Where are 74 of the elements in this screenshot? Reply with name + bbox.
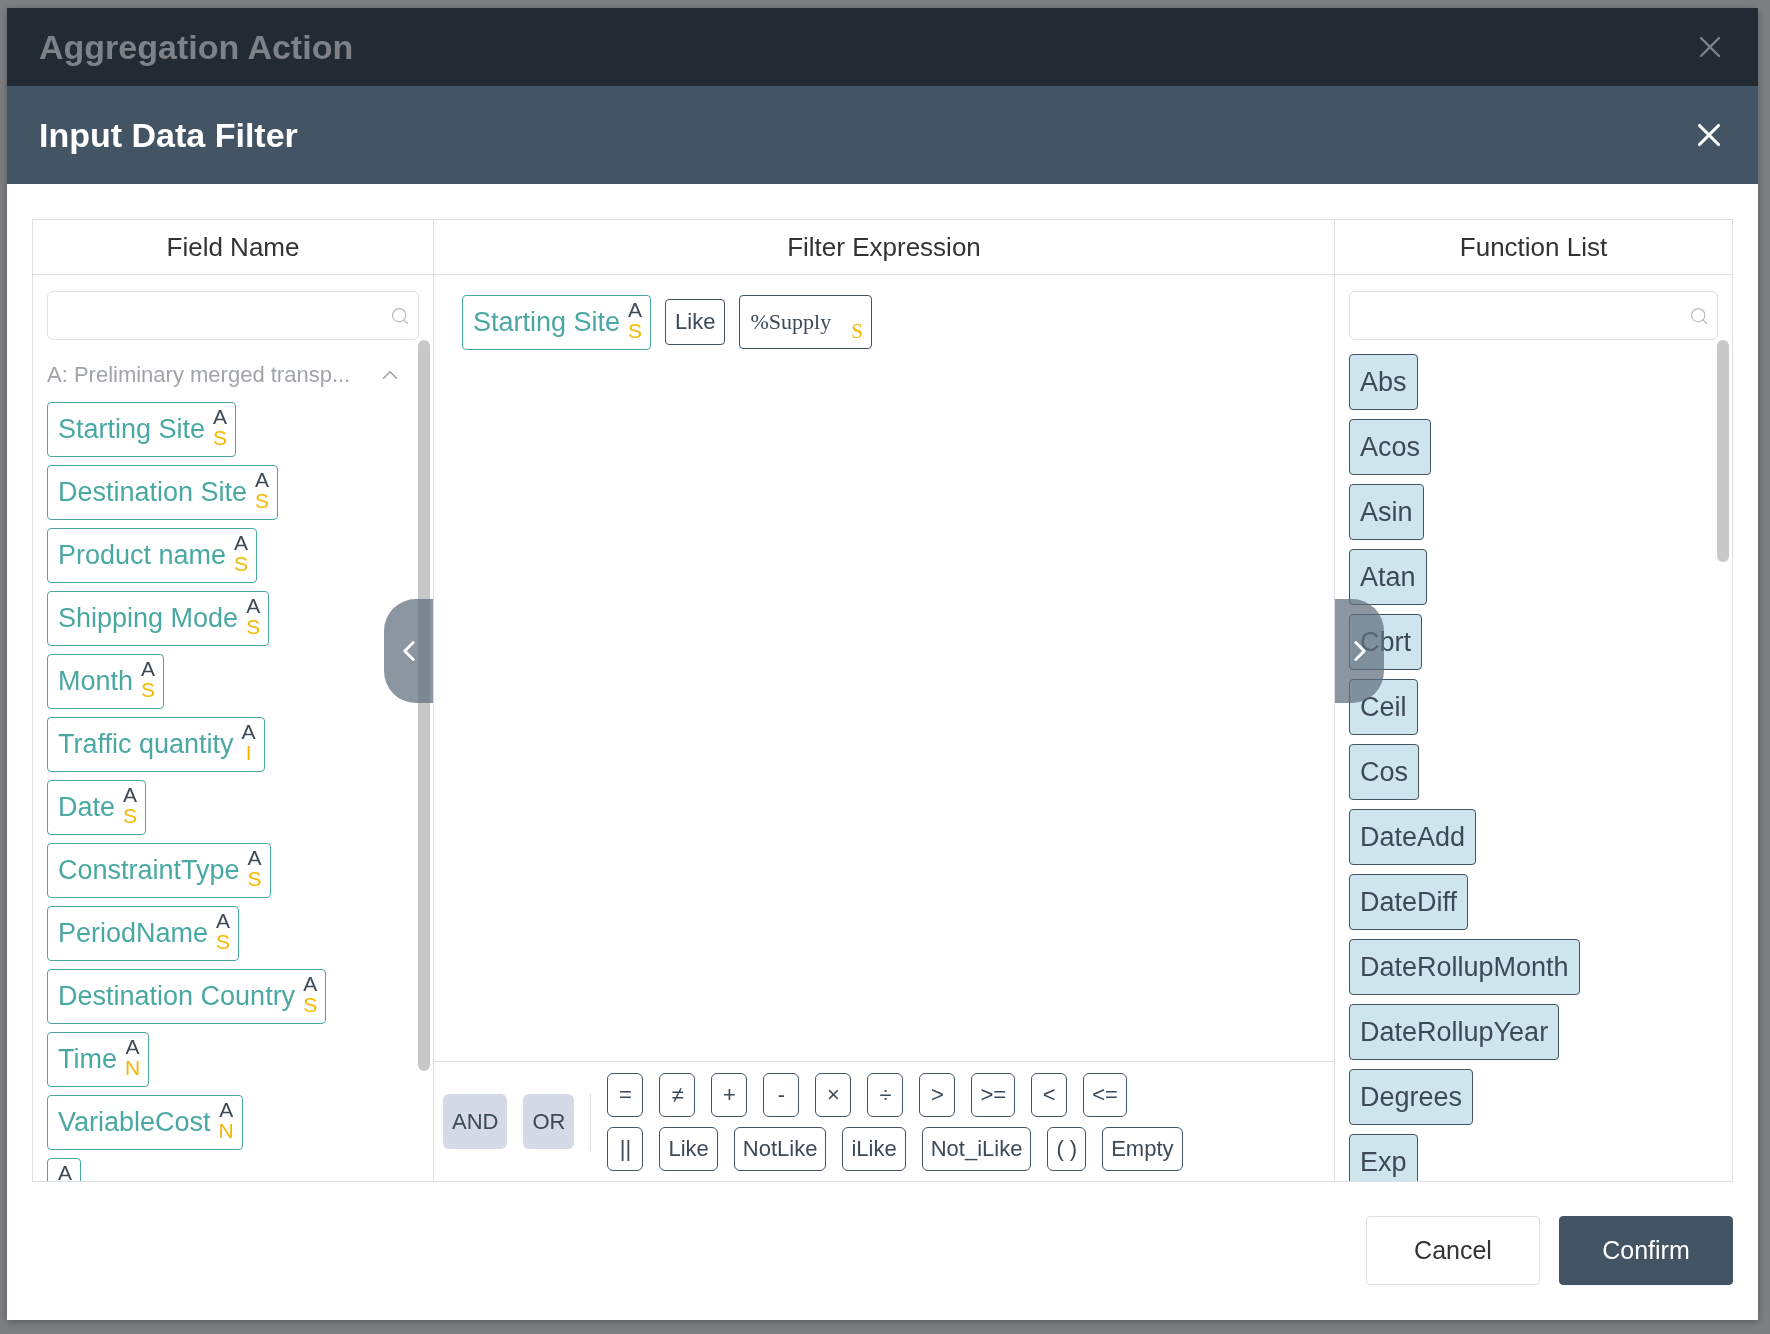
operator-button[interactable]: >= <box>971 1072 1016 1117</box>
source-label: A <box>219 1099 234 1120</box>
cancel-button[interactable]: Cancel <box>1366 1216 1540 1285</box>
type-label: S <box>234 553 249 574</box>
source-label: A <box>58 1162 72 1181</box>
field-chip[interactable]: A <box>47 1158 81 1181</box>
type-label: S <box>213 427 228 448</box>
source-label: A <box>303 973 318 994</box>
source-label: A <box>241 721 256 742</box>
confirm-button[interactable]: Confirm <box>1559 1216 1733 1285</box>
function-chip[interactable]: Cos <box>1349 744 1419 800</box>
window-title: Aggregation Action <box>39 27 354 67</box>
logic-button[interactable]: OR <box>523 1094 575 1149</box>
function-chip[interactable]: Exp <box>1349 1134 1418 1181</box>
type-label: S <box>141 679 156 700</box>
source-label: A <box>123 784 138 805</box>
function-chip[interactable]: Atan <box>1349 549 1427 605</box>
type-label: N <box>218 1120 234 1141</box>
function-chip[interactable]: Degrees <box>1349 1069 1474 1125</box>
type-label: N <box>125 1057 141 1078</box>
type-label: S <box>851 319 863 344</box>
function-chip[interactable]: DateRollupYear <box>1349 1004 1560 1060</box>
operator-button[interactable]: ≠ <box>659 1072 696 1117</box>
source-label: A <box>125 1036 140 1057</box>
operator-button[interactable]: = <box>607 1072 644 1117</box>
function-chip[interactable]: Asin <box>1349 484 1424 540</box>
operator-button[interactable]: || <box>607 1126 644 1171</box>
type-label: S <box>255 490 270 511</box>
operator-button[interactable]: Not_iLike <box>921 1126 1032 1171</box>
type-label: I <box>245 742 252 763</box>
operator-button[interactable]: < <box>1031 1072 1068 1117</box>
column-heading: Function List <box>1459 231 1608 263</box>
type-label: S <box>303 994 318 1015</box>
operator-button[interactable]: ÷ <box>867 1072 904 1117</box>
value-token[interactable]: %Supply S <box>739 295 872 349</box>
search-icon <box>390 305 410 326</box>
source-label: A <box>628 299 643 320</box>
function-chip[interactable]: DateRollupMonth <box>1349 939 1580 995</box>
operator-button[interactable]: × <box>815 1072 852 1117</box>
function-chip[interactable]: Acos <box>1349 419 1432 475</box>
operator-button[interactable]: iLike <box>842 1126 906 1171</box>
type-label: S <box>123 805 138 826</box>
operator-button[interactable]: <= <box>1083 1072 1127 1117</box>
search-field[interactable] <box>1349 291 1718 340</box>
operator-button[interactable]: Empty <box>1102 1126 1183 1171</box>
source-label: A <box>141 658 156 679</box>
collapse-handle[interactable] <box>384 599 433 703</box>
operator-button[interactable]: + <box>711 1072 748 1117</box>
column-heading: Filter Expression <box>787 231 981 263</box>
operator-button[interactable]: - <box>763 1072 800 1117</box>
source-label: A <box>246 595 261 616</box>
logic-button[interactable]: AND <box>443 1094 508 1149</box>
function-chip[interactable]: Abs <box>1349 354 1418 410</box>
scrollbar[interactable] <box>1717 340 1729 562</box>
type-label: S <box>216 931 231 952</box>
type-label: S <box>246 616 261 637</box>
operator-button[interactable]: > <box>919 1072 956 1117</box>
source-label: A <box>216 910 231 931</box>
operator-button[interactable]: ( ) <box>1047 1126 1087 1171</box>
search-field[interactable] <box>47 291 419 340</box>
source-label: A <box>213 406 228 427</box>
dialog-title: Input Data Filter <box>39 115 298 155</box>
operator-button[interactable]: Like <box>659 1126 718 1171</box>
column-heading: Field Name <box>166 231 300 263</box>
operator-button[interactable]: NotLike <box>733 1126 827 1171</box>
source-label: A <box>247 847 262 868</box>
function-chip[interactable]: DateDiff <box>1349 874 1469 930</box>
source-label: A <box>234 532 249 553</box>
type-label: S <box>247 868 262 889</box>
operator-token[interactable]: Like <box>665 299 726 345</box>
type-label: S <box>628 320 643 341</box>
search-icon <box>1689 305 1709 326</box>
source-label: A <box>255 469 270 490</box>
function-chip[interactable]: DateAdd <box>1349 809 1477 865</box>
